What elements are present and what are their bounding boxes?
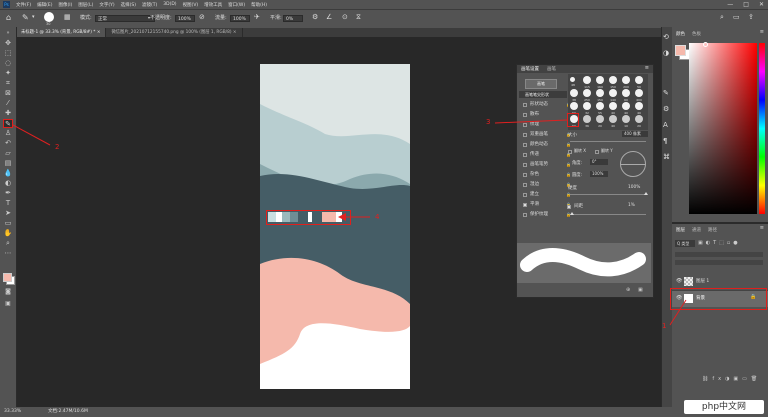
annotation-label-2: 2 xyxy=(55,143,60,151)
status-bar: 33.33% 文档:2.47M/10.6M xyxy=(0,407,768,417)
annotation-label-3: 3 xyxy=(486,118,491,126)
document-size: 文档:2.47M/10.6M xyxy=(48,409,88,414)
annotation-label-1: 1 xyxy=(662,322,667,330)
annotation-lines xyxy=(12,119,687,326)
zoom-level[interactable]: 33.33% xyxy=(4,407,21,417)
watermark-logo: php中文网 xyxy=(684,400,764,414)
foreground-color-chip[interactable] xyxy=(675,45,686,56)
annotation-label-4: 4 xyxy=(375,213,380,221)
foreground-color-swatch[interactable] xyxy=(3,273,12,282)
